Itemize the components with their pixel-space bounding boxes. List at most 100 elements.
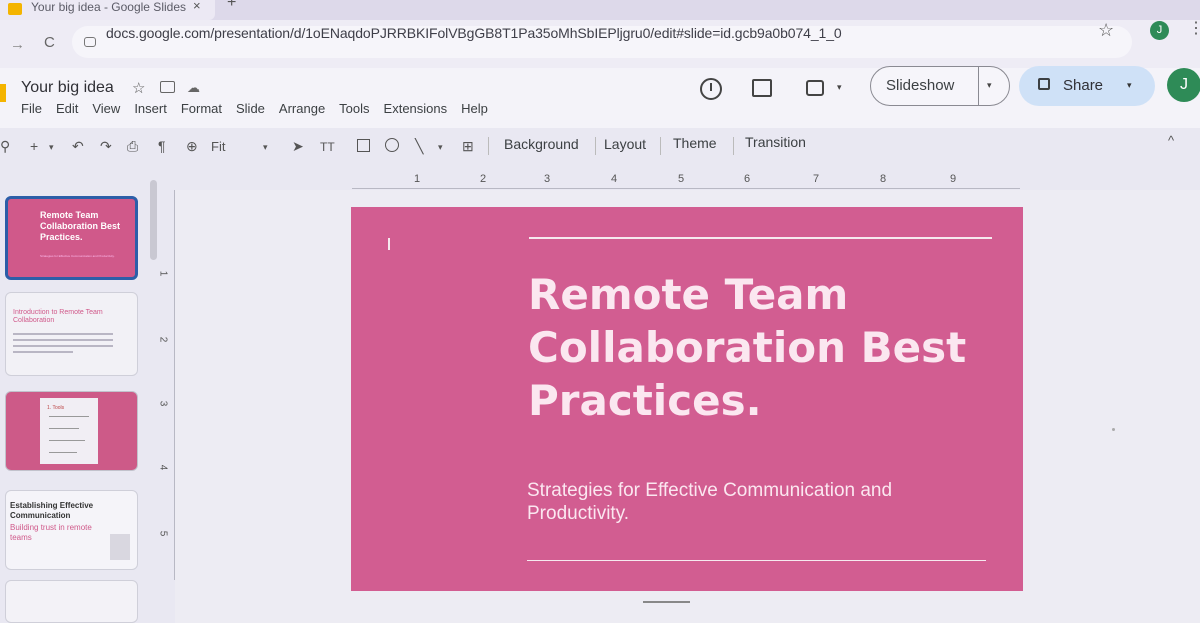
url-text[interactable]: docs.google.com/presentation/d/1oENaqdoP… [106, 25, 842, 41]
menu-tools[interactable]: Tools [339, 101, 369, 116]
select-tool-icon[interactable]: ➤ [292, 138, 304, 155]
zoom-fit-select[interactable]: Fit [211, 139, 225, 154]
image-tool-icon[interactable] [357, 139, 370, 152]
new-slide-dropdown-icon[interactable]: ▾ [49, 142, 54, 153]
cloud-status-icon[interactable]: ☁ [187, 80, 200, 96]
slide-top-rule [529, 237, 992, 239]
forward-arrow-icon[interactable]: → [10, 36, 25, 53]
ruler-label: 6 [744, 173, 751, 185]
ruler-label: 2 [157, 336, 169, 343]
new-tab-button[interactable]: + [227, 0, 236, 12]
transition-button[interactable]: Transition [745, 134, 806, 150]
line-dropdown-icon[interactable]: ▾ [438, 142, 443, 153]
thumbnail-title: Establishing Effective Communication [10, 501, 94, 520]
thumbnail-subtitle: Strategies for Effective Communication a… [40, 254, 115, 258]
undo-icon[interactable]: ↶ [72, 138, 84, 155]
menu-edit[interactable]: Edit [56, 101, 78, 116]
thumbnail-text-line [49, 452, 77, 453]
thumbnail-title: Introduction to Remote Team Collaboratio… [13, 309, 103, 324]
move-folder-icon[interactable] [160, 81, 175, 93]
ruler-label: 9 [950, 173, 957, 185]
thumbnail-text-line [13, 351, 73, 353]
search-menus-icon[interactable]: ⚲ [0, 138, 10, 155]
thumbnail-text-line [49, 428, 79, 429]
thumbnail-text-line [13, 339, 113, 341]
paint-format-icon[interactable]: ¶ [158, 138, 166, 154]
thumbnail-title: Remote Team Collaboration Best Practices… [40, 210, 121, 242]
ruler-label: 3 [544, 173, 551, 185]
ruler-label: 7 [813, 173, 820, 185]
thumbnail-text-line [49, 416, 89, 417]
zoom-dropdown-icon[interactable]: ▾ [263, 142, 268, 153]
menu-insert[interactable]: Insert [134, 101, 167, 116]
background-button[interactable]: Background [504, 136, 579, 152]
ruler-label: 1 [157, 270, 169, 277]
slideshow-dropdown-icon[interactable]: ▾ [987, 80, 992, 91]
ruler-label: 2 [480, 173, 487, 185]
slide-bottom-rule [527, 560, 986, 561]
print-icon[interactable]: ⎙ [127, 138, 138, 155]
menu-bar: File Edit View Insert Format Slide Arran… [21, 101, 502, 116]
horizontal-ruler[interactable] [352, 172, 1020, 189]
speaker-notes-handle[interactable] [643, 601, 690, 603]
ruler-label: 5 [157, 530, 169, 537]
redo-icon[interactable]: ↷ [100, 138, 112, 155]
reload-icon[interactable]: C [44, 34, 55, 51]
canvas-dot [1112, 428, 1115, 431]
ruler-label: 4 [157, 464, 169, 471]
account-avatar[interactable]: J [1167, 68, 1200, 102]
insert-comment-icon[interactable]: ⊞ [462, 138, 474, 155]
toolbar-divider [733, 137, 734, 155]
slideshow-label[interactable]: Slideshow [886, 77, 954, 94]
ruler-label: 3 [157, 400, 169, 407]
zoom-icon[interactable]: ⊕ [186, 138, 198, 155]
line-tool-icon[interactable]: ╲ [415, 138, 423, 155]
menu-arrange[interactable]: Arrange [279, 101, 325, 116]
menu-format[interactable]: Format [181, 101, 222, 116]
bookmark-star-icon[interactable]: ☆ [1098, 20, 1114, 41]
thumbnail-text-line [13, 333, 113, 335]
comments-icon[interactable] [752, 79, 772, 97]
thumbnail-text-line [13, 345, 113, 347]
browser-profile-avatar[interactable]: J [1150, 21, 1169, 40]
slide-title[interactable]: Remote Team Collaboration Best Practices… [528, 268, 998, 427]
ruler-label: 4 [611, 173, 618, 185]
slide-text-cursor [388, 238, 390, 250]
shape-tool-icon[interactable] [385, 138, 399, 152]
slides-logo-icon[interactable] [0, 84, 6, 102]
share-dropdown-icon[interactable]: ▾ [1127, 80, 1132, 91]
slideshow-divider [978, 66, 979, 106]
ruler-label: 5 [678, 173, 685, 185]
meet-dropdown-icon[interactable]: ▾ [837, 82, 842, 93]
thumbnail-image [110, 534, 130, 560]
menu-slide[interactable]: Slide [236, 101, 265, 116]
menu-help[interactable]: Help [461, 101, 488, 116]
share-label[interactable]: Share [1063, 77, 1103, 94]
ruler-label: 8 [880, 173, 887, 185]
slide-thumbnail-5[interactable] [5, 580, 138, 623]
version-history-icon[interactable] [700, 78, 722, 100]
thumbnail-subtitle: Building trust in remote teams [10, 523, 92, 542]
filmstrip-scrollbar[interactable] [150, 180, 157, 260]
menu-file[interactable]: File [21, 101, 42, 116]
new-slide-button[interactable]: + [30, 138, 38, 154]
collapse-menus-icon[interactable]: ^ [1168, 133, 1174, 148]
ruler-label: 1 [414, 173, 421, 185]
slide-subtitle[interactable]: Strategies for Effective Communication a… [527, 479, 997, 525]
document-title[interactable]: Your big idea [21, 79, 114, 97]
theme-button[interactable]: Theme [673, 135, 717, 151]
layout-button[interactable]: Layout [604, 136, 646, 152]
meet-camera-icon[interactable] [806, 80, 824, 96]
menu-view[interactable]: View [92, 101, 120, 116]
textbox-tool-icon[interactable]: TT [320, 140, 335, 154]
site-info-icon[interactable] [84, 37, 96, 47]
toolbar-divider [660, 137, 661, 155]
browser-menu-icon[interactable]: ⋮ [1188, 18, 1200, 38]
toolbar [0, 128, 1200, 164]
menu-extensions[interactable]: Extensions [384, 101, 448, 116]
thumbnail-text-line [49, 440, 85, 441]
thumbnail-title: 1. Tools [47, 405, 65, 411]
tab-close-icon[interactable]: × [193, 0, 201, 13]
toolbar-divider [488, 137, 489, 155]
star-icon[interactable]: ☆ [132, 79, 145, 97]
